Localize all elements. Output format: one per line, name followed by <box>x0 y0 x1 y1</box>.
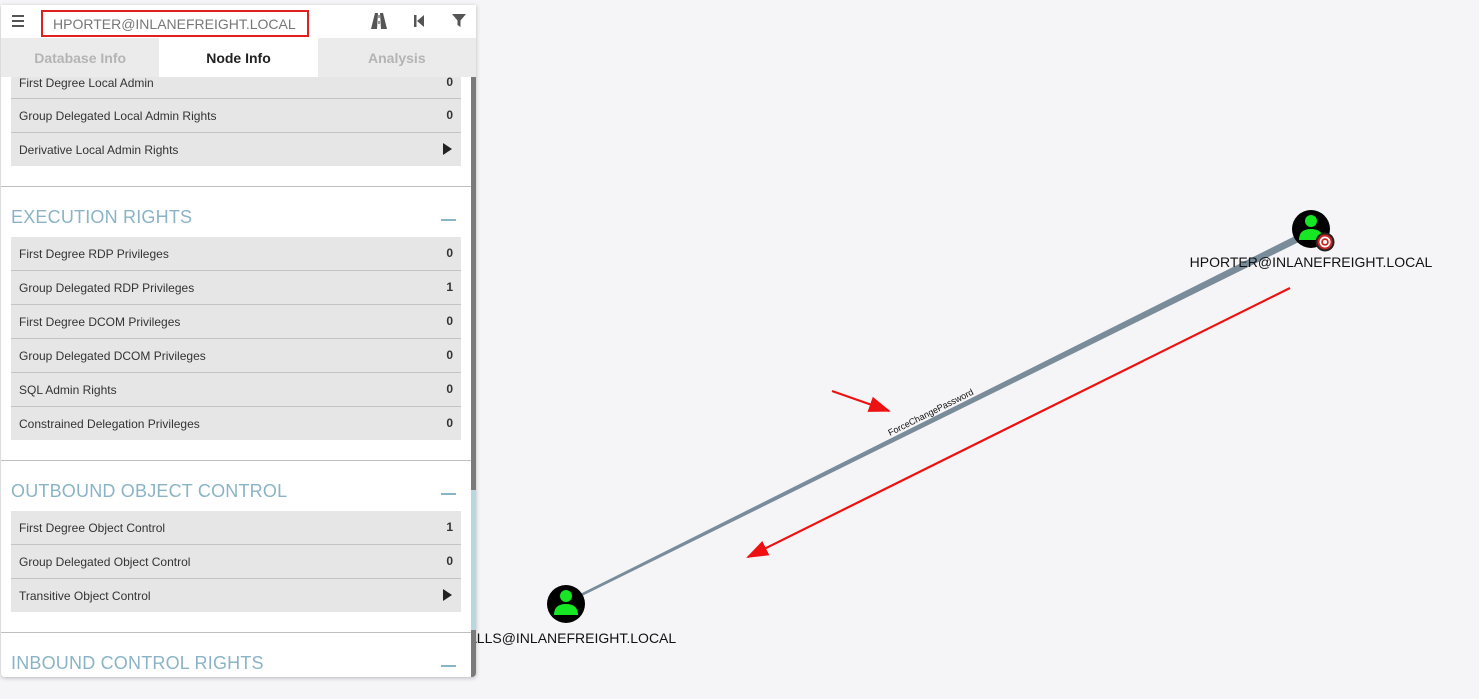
section-divider <box>1 186 471 187</box>
list-item[interactable]: First Degree DCOM Privileges 0 <box>11 305 461 338</box>
list-item[interactable]: Constrained Delegation Privileges 0 <box>11 407 461 440</box>
collapse-icon[interactable] <box>441 665 456 667</box>
road-icon[interactable] <box>370 12 388 30</box>
side-panel: Database Info Node Info Analysis First D… <box>1 5 476 677</box>
collapse-icon[interactable] <box>441 493 456 495</box>
tab-bar: Database Info Node Info Analysis <box>1 38 476 77</box>
expand-arrow-icon[interactable] <box>443 589 452 601</box>
list-item[interactable]: Group Delegated RDP Privileges 1 <box>11 271 461 304</box>
annotation-arrow-long <box>746 287 1291 558</box>
section-title-inbound-control-rights: INBOUND CONTROL RIGHTS <box>11 653 264 673</box>
row-value: 0 <box>446 108 453 122</box>
node-label-hporter: HPORTER@INLANEFREIGHT.LOCAL <box>1190 254 1433 270</box>
node-hporter[interactable]: HPORTER@INLANEFREIGHT.LOCAL <box>1190 210 1433 270</box>
tab-analysis[interactable]: Analysis <box>317 38 476 77</box>
section-divider <box>1 632 471 633</box>
list-item[interactable]: Group Delegated Local Admin Rights 0 <box>11 99 461 132</box>
filter-icon[interactable] <box>450 12 468 30</box>
edge-label: ForceChangePassword <box>886 387 975 438</box>
section-title-outbound-object-control: OUTBOUND OBJECT CONTROL <box>11 481 288 501</box>
row-label: Group Delegated Local Admin Rights <box>19 109 217 123</box>
row-label: First Degree RDP Privileges <box>19 247 169 261</box>
node-info-content[interactable]: First Degree Local Admin 0 Group Delegat… <box>1 77 471 677</box>
collapse-icon[interactable] <box>441 219 456 221</box>
row-label: Group Delegated Object Control <box>19 555 191 569</box>
row-value: 0 <box>446 314 453 328</box>
row-value: 0 <box>446 348 453 362</box>
row-value: 0 <box>446 77 453 89</box>
row-value: 0 <box>446 246 453 260</box>
row-label: Transitive Object Control <box>19 589 151 603</box>
row-label: Group Delegated RDP Privileges <box>19 281 195 295</box>
search-input[interactable] <box>41 10 309 37</box>
row-label: First Degree Local Admin <box>19 77 154 90</box>
hamburger-menu-icon[interactable] <box>12 11 28 29</box>
list-item[interactable]: Transitive Object Control <box>11 579 461 612</box>
row-value: 1 <box>446 280 453 294</box>
row-value: 0 <box>446 416 453 430</box>
list-item[interactable]: First Degree RDP Privileges 0 <box>11 237 461 270</box>
row-value: 1 <box>446 520 453 534</box>
list-item[interactable]: Derivative Local Admin Rights <box>11 133 461 166</box>
row-label: First Degree Object Control <box>19 521 166 535</box>
graph-edge-forcechangepassword[interactable] <box>576 234 1303 598</box>
row-label: SQL Admin Rights <box>19 383 117 397</box>
annotation-arrow-short <box>831 389 891 413</box>
row-label: Constrained Delegation Privileges <box>19 417 200 431</box>
tab-database-info[interactable]: Database Info <box>1 38 160 77</box>
skip-back-icon[interactable] <box>411 12 429 30</box>
list-item[interactable]: First Degree Object Control 1 <box>11 511 461 544</box>
row-value: 0 <box>446 382 453 396</box>
scrollbar-thumb[interactable] <box>471 490 476 630</box>
node-malls[interactable]: MALLS@INLANEFREIGHT.LOCAL <box>456 585 677 646</box>
row-label: Group Delegated DCOM Privileges <box>19 349 206 363</box>
tab-node-info[interactable]: Node Info <box>159 38 318 77</box>
section-divider <box>1 460 471 461</box>
list-item[interactable]: SQL Admin Rights 0 <box>11 373 461 406</box>
search-bar <box>1 5 476 38</box>
node-label-malls: MALLS@INLANEFREIGHT.LOCAL <box>456 630 677 646</box>
row-value: 0 <box>446 554 453 568</box>
list-item[interactable]: Group Delegated Object Control 0 <box>11 545 461 578</box>
list-item[interactable]: Group Delegated DCOM Privileges 0 <box>11 339 461 372</box>
expand-arrow-icon[interactable] <box>443 143 452 155</box>
row-label: First Degree DCOM Privileges <box>19 315 181 329</box>
row-label: Derivative Local Admin Rights <box>19 143 179 157</box>
list-item[interactable]: First Degree Local Admin 0 <box>11 77 461 99</box>
target-icon <box>1315 232 1335 252</box>
section-title-execution-rights: EXECUTION RIGHTS <box>11 207 193 227</box>
